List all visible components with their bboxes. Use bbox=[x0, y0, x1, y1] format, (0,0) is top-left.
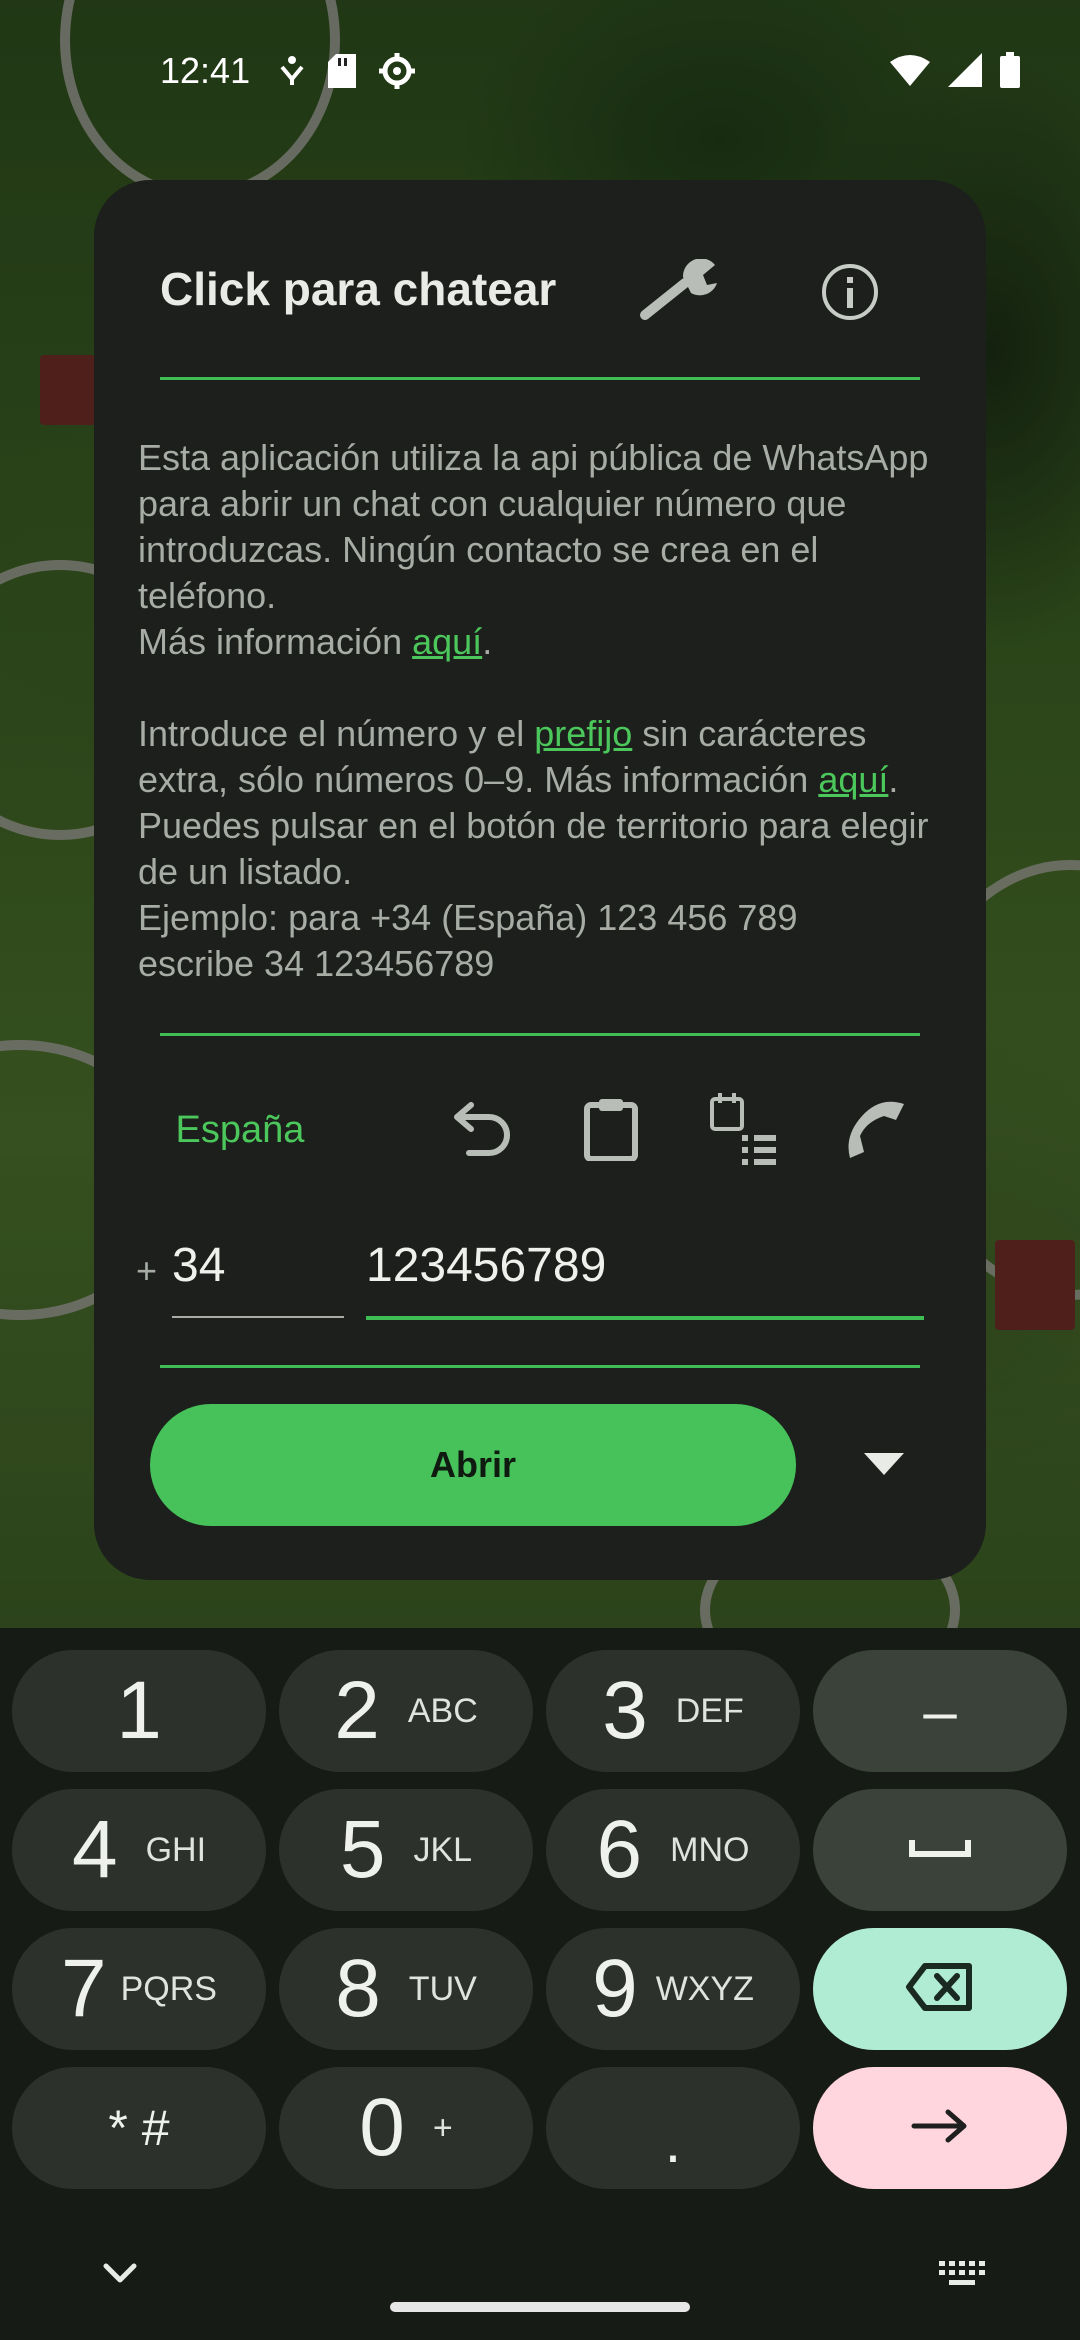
more-info-suffix: . bbox=[482, 621, 493, 662]
key-1[interactable]: 1 bbox=[12, 1650, 266, 1772]
key-4-digit: 4 bbox=[71, 1804, 118, 1895]
key-3-letters: DEF bbox=[675, 1691, 744, 1730]
space-icon bbox=[908, 1836, 972, 1865]
wifi-icon bbox=[890, 54, 930, 91]
key-6-letters: MNO bbox=[670, 1830, 750, 1869]
key-dash[interactable]: – bbox=[813, 1650, 1067, 1772]
key-6[interactable]: 6 MNO bbox=[546, 1789, 800, 1911]
country-button[interactable]: España bbox=[160, 1080, 320, 1180]
prefix-link[interactable]: prefijo bbox=[534, 713, 632, 754]
key-dash-symbol: – bbox=[923, 1677, 957, 1745]
phone-number-input[interactable]: 123456789 bbox=[366, 1232, 924, 1320]
calendar-list-icon bbox=[708, 1091, 778, 1172]
battery-icon bbox=[1000, 52, 1020, 93]
key-5-letters: JKL bbox=[413, 1830, 473, 1869]
key-7-letters: PQRS bbox=[120, 1969, 217, 2008]
key-0-digit: 0 bbox=[359, 2082, 405, 2173]
key-1-digit: 1 bbox=[116, 1665, 162, 1756]
key-4-letters: GHI bbox=[145, 1830, 207, 1869]
description: Esta aplicación utiliza la api pública d… bbox=[138, 435, 948, 987]
key-8-letters: TUV bbox=[408, 1969, 477, 2008]
paste-button[interactable] bbox=[566, 1086, 656, 1176]
key-dot-symbol: . bbox=[664, 2107, 682, 2175]
home-indicator[interactable] bbox=[390, 2302, 690, 2312]
key-star-hash-symbols: * # bbox=[108, 2100, 170, 2156]
arrow-right-icon bbox=[910, 2106, 970, 2151]
more-info-link-2[interactable]: aquí bbox=[818, 759, 888, 800]
key-enter[interactable] bbox=[813, 2067, 1067, 2189]
chevron-down-icon bbox=[102, 2262, 138, 2289]
sd-card-icon bbox=[328, 54, 356, 93]
click-to-chat-dialog: Click para chatear Esta aplicación utili… bbox=[94, 180, 986, 1580]
divider-middle bbox=[160, 1033, 920, 1036]
keyboard-icon bbox=[937, 2259, 987, 2292]
accessibility-icon bbox=[278, 55, 306, 92]
phone-icon bbox=[840, 1094, 910, 1169]
status-left-icons bbox=[278, 52, 416, 95]
key-0[interactable]: 0 + bbox=[279, 2067, 533, 2189]
more-info-link-1[interactable]: aquí bbox=[412, 621, 482, 662]
key-4[interactable]: 4 GHI bbox=[12, 1789, 266, 1911]
history-button[interactable] bbox=[698, 1086, 788, 1176]
divider-bottom bbox=[160, 1365, 920, 1368]
key-3[interactable]: 3 DEF bbox=[546, 1650, 800, 1772]
key-5-digit: 5 bbox=[339, 1804, 386, 1895]
gear-icon bbox=[378, 52, 416, 95]
prefix-value: 34 bbox=[172, 1239, 226, 1292]
status-right-icons bbox=[890, 52, 1020, 93]
key-star-hash[interactable]: * # bbox=[12, 2067, 266, 2189]
key-5[interactable]: 5 JKL bbox=[279, 1789, 533, 1911]
undo-icon bbox=[449, 1101, 513, 1162]
key-9-digit: 9 bbox=[592, 1943, 638, 2034]
triangle-down-icon bbox=[864, 1452, 904, 1480]
description-paragraph-1: Esta aplicación utiliza la api pública d… bbox=[138, 437, 929, 616]
key-0-plus: + bbox=[432, 2108, 453, 2147]
wrench-icon bbox=[639, 257, 719, 326]
backspace-icon bbox=[905, 1962, 975, 2017]
info-icon bbox=[820, 262, 880, 327]
phone-number-value: 123456789 bbox=[366, 1239, 607, 1292]
keyboard-switch-button[interactable] bbox=[930, 2252, 994, 2298]
divider-top bbox=[160, 377, 920, 380]
more-info-prefix: Más información bbox=[138, 621, 413, 662]
key-dot[interactable]: . bbox=[546, 2067, 800, 2189]
instructions-prefix: Introduce el número y el bbox=[138, 713, 535, 754]
status-time: 12:41 bbox=[160, 50, 251, 91]
key-backspace[interactable] bbox=[813, 1928, 1067, 2050]
signal-icon bbox=[948, 53, 982, 92]
key-8[interactable]: 8 TUV bbox=[279, 1928, 533, 2050]
key-6-digit: 6 bbox=[596, 1804, 643, 1895]
example-line-1: Ejemplo: para +34 (España) 123 456 789 bbox=[138, 897, 798, 938]
open-options-dropdown[interactable] bbox=[834, 1424, 934, 1508]
hide-keyboard-button[interactable] bbox=[90, 2250, 150, 2300]
settings-button[interactable] bbox=[634, 252, 724, 332]
undo-button[interactable] bbox=[436, 1086, 526, 1176]
call-button[interactable] bbox=[830, 1086, 920, 1176]
key-9-letters: WXYZ bbox=[655, 1969, 754, 2008]
key-9[interactable]: 9 WXYZ bbox=[546, 1928, 800, 2050]
key-2-digit: 2 bbox=[334, 1665, 380, 1756]
key-7[interactable]: 7 PQRS bbox=[12, 1928, 266, 2050]
info-button[interactable] bbox=[810, 254, 890, 334]
key-2-letters: ABC bbox=[407, 1691, 478, 1730]
key-8-digit: 8 bbox=[335, 1943, 381, 2034]
status-bar: 12:41 bbox=[0, 0, 1080, 140]
key-7-digit: 7 bbox=[61, 1943, 107, 2034]
key-3-digit: 3 bbox=[602, 1665, 648, 1756]
prefix-input[interactable]: 34 bbox=[172, 1232, 344, 1318]
example-line-2: escribe 34 123456789 bbox=[138, 943, 495, 984]
dialog-title: Click para chatear bbox=[160, 263, 557, 315]
key-2[interactable]: 2 ABC bbox=[279, 1650, 533, 1772]
clipboard-icon bbox=[583, 1097, 639, 1166]
key-space[interactable] bbox=[813, 1789, 1067, 1911]
action-toolbar: España bbox=[94, 1080, 986, 1180]
plus-sign: + bbox=[136, 1250, 158, 1291]
open-button[interactable]: Abrir bbox=[150, 1404, 796, 1526]
